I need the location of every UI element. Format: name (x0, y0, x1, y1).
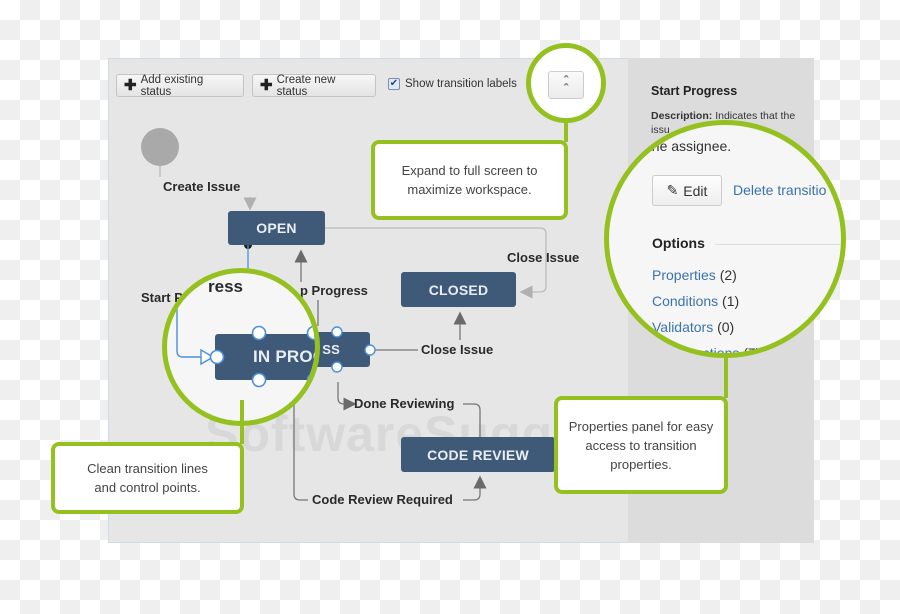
callout-transition-lines: Clean transition lines and control point… (51, 442, 244, 514)
divider (715, 244, 841, 245)
magnifier-expand: ˆˆ (526, 43, 606, 123)
option-validators[interactable]: Validators (0) (652, 319, 734, 335)
callout-properties: Properties panel for easy access to tran… (554, 396, 728, 494)
magnifier-properties: y the assignee. ✎ Edit Delete transitio … (604, 120, 846, 358)
transition-label-code-review-required[interactable]: Code Review Required (312, 492, 453, 507)
status-node-code-review[interactable]: CODE REVIEW (401, 437, 555, 472)
transition-label-close-issue-top[interactable]: Close Issue (507, 250, 579, 265)
expand-fullscreen-button[interactable]: ˆˆ (548, 71, 584, 99)
option-properties[interactable]: Properties (2) (652, 267, 737, 283)
status-node-open[interactable]: OPEN (228, 211, 325, 245)
callout-connector (564, 118, 568, 142)
transition-label-done-reviewing[interactable]: Done Reviewing (354, 396, 454, 411)
double-chevron-up-icon: ˆˆ (563, 73, 569, 96)
start-node[interactable] (141, 128, 179, 166)
callout-connector (724, 354, 728, 398)
delete-transition-link[interactable]: Delete transitio (733, 182, 826, 198)
line-done-reviewing (337, 382, 357, 411)
transition-label-create-issue[interactable]: Create Issue (163, 179, 240, 194)
edit-button[interactable]: ✎ Edit (652, 175, 722, 206)
transition-label-close-issue-bottom[interactable]: Close Issue (421, 342, 493, 357)
pencil-icon: ✎ (666, 182, 679, 198)
option-conditions[interactable]: Conditions (1) (652, 293, 739, 309)
callout-connector (240, 400, 244, 444)
callout-expand: Expand to full screen to maximize worksp… (371, 140, 568, 220)
status-node-closed[interactable]: CLOSED (401, 272, 516, 307)
options-heading: Options (652, 235, 705, 251)
panel-title: Start Progress (651, 84, 738, 98)
